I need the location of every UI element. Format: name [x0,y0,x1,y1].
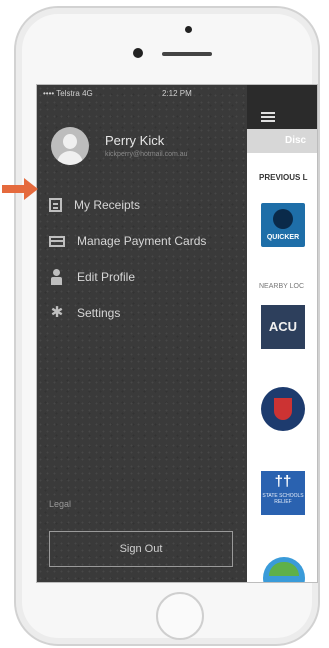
avatar [51,127,89,165]
user-profile[interactable]: Perry Kick kickperry@hotmail.com.au [51,127,241,167]
menu-item-settings[interactable]: ✱ Settings [49,295,239,331]
menu-item-manage-payment-cards[interactable]: Manage Payment Cards [49,223,239,259]
receipt-icon [49,198,62,212]
section-nearby-label: NEARBY LOC [259,283,304,290]
tab-bar [247,129,317,153]
leaf-icon [269,562,299,576]
navigation-drawer: Perry Kick kickperry@hotmail.com.au My R… [37,85,247,582]
menu-item-label: Manage Payment Cards [77,234,207,248]
annotation-arrow-icon [2,178,40,200]
camera-icon [185,26,192,33]
merchant-logo-quicker[interactable]: QUICKER [261,203,305,247]
speaker-grille [162,52,212,56]
menu-item-label: Edit Profile [77,270,136,284]
logo-text: STATE SCHOOLS RELIEF [262,493,304,505]
menu-item-label: Settings [77,306,121,320]
merchant-logo-state-schools[interactable]: †† STATE SCHOOLS RELIEF [261,471,305,515]
section-previous-label: PREVIOUS L [259,173,308,182]
app-screen: Perry Kick kickperry@hotmail.com.au My R… [36,84,318,583]
person-icon [49,269,65,285]
logo-text: ACU [268,319,298,334]
hamburger-menu-icon[interactable] [261,112,275,122]
profile-email: kickperry@hotmail.com.au [105,151,188,158]
home-button[interactable] [156,592,204,640]
card-icon [49,235,65,247]
app-header [247,85,317,129]
merchant-logo-crest[interactable] [261,387,305,431]
gear-icon: ✱ [50,304,64,321]
legal-link[interactable]: Legal [49,499,71,509]
drawer-menu: My Receipts Manage Payment Cards Edit Pr… [49,187,239,331]
profile-name: Perry Kick [105,133,165,148]
sign-out-button[interactable]: Sign Out [49,531,233,567]
tab-discover[interactable]: Disc [285,135,306,146]
logo-figure: †† [274,473,292,490]
status-time: 2:12 PM [162,89,192,98]
logo-text: QUICKER [266,234,300,241]
menu-item-label: My Receipts [74,198,141,212]
shield-icon [274,398,292,420]
book-icon [273,209,293,229]
merchant-logo-acu[interactable]: ACU [261,305,305,349]
merchant-logo-partial[interactable] [263,557,305,582]
menu-item-edit-profile[interactable]: Edit Profile [49,259,239,295]
front-camera-icon [133,48,143,58]
menu-item-my-receipts[interactable]: My Receipts [49,187,239,223]
carrier-label: •••• Telstra 4G [43,89,93,98]
